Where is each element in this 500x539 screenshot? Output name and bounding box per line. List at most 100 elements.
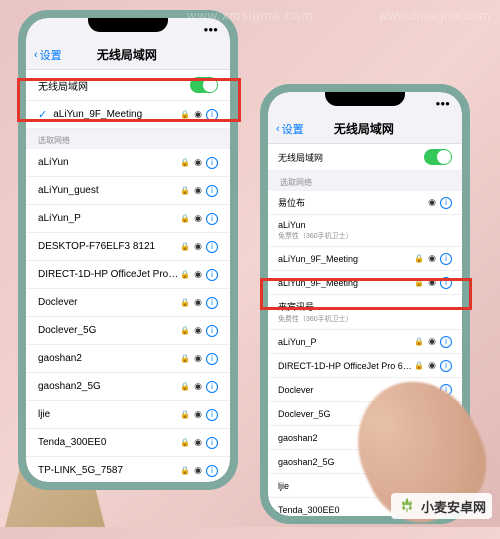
network-row[interactable]: DESKTOP-F76ELF3 8121🔒◉i — [26, 233, 230, 261]
wheat-icon — [397, 496, 417, 516]
info-icon[interactable]: i — [206, 185, 218, 197]
lock-icon: 🔒 — [180, 298, 190, 307]
wifi-toggle-label: 无线局域网 — [38, 78, 190, 93]
page-title: 无线局域网 — [274, 120, 454, 137]
info-icon[interactable]: i — [440, 197, 452, 209]
info-icon[interactable]: i — [206, 109, 218, 121]
lock-icon: 🔒 — [180, 186, 190, 195]
wifi-icon: ◉ — [428, 197, 436, 208]
lock-icon: 🔒 — [180, 410, 190, 419]
lock-icon: 🔒 — [180, 242, 190, 251]
info-icon[interactable]: i — [206, 381, 218, 393]
watermark-center: www.xmsigma.com — [187, 8, 313, 23]
info-icon[interactable]: i — [440, 336, 452, 348]
watermark-right: www.xmsigma.com — [379, 8, 490, 23]
info-icon[interactable]: i — [440, 277, 452, 289]
wifi-icon: ◉ — [194, 353, 202, 364]
wifi-icon: ◉ — [194, 109, 202, 120]
networks-list: aLiYun🔒◉i aLiYun_guest🔒◉i aLiYun_P🔒◉i DE… — [26, 149, 230, 482]
info-icon[interactable]: i — [206, 409, 218, 421]
network-row[interactable]: Tenda_300EE0🔒◉i — [26, 429, 230, 457]
network-row[interactable]: Doclever🔒◉i — [26, 289, 230, 317]
wifi-icon: ◉ — [194, 325, 202, 336]
info-icon[interactable]: i — [206, 437, 218, 449]
lock-icon: 🔒 — [414, 278, 424, 287]
lock-icon: 🔒 — [414, 337, 424, 346]
wifi-toggle-row[interactable]: 无线局域网 — [268, 144, 462, 171]
info-icon[interactable]: i — [206, 269, 218, 281]
lock-icon: 🔒 — [180, 466, 190, 475]
lock-icon: 🔒 — [180, 354, 190, 363]
network-row[interactable]: aLiYun_P🔒◉i — [26, 205, 230, 233]
wifi-toggle-section: 无线局域网 ✓ aLiYun_9F_Meeting 🔒 ◉ i — [26, 70, 230, 129]
wifi-toggle-section: 无线局域网 — [268, 144, 462, 171]
network-row[interactable]: DIRECT-1D-HP OfficeJet Pro 6960🔒◉i — [268, 354, 462, 378]
wifi-icon: ◉ — [428, 253, 436, 264]
wifi-icon: ◉ — [194, 185, 202, 196]
nav-bar: ‹ 设置 无线局域网 — [26, 40, 230, 70]
wifi-icon: ◉ — [194, 409, 202, 420]
checkmark-icon: ✓ — [38, 108, 47, 121]
network-row[interactable]: Doclever_5G🔒◉i — [26, 317, 230, 345]
info-icon[interactable]: i — [206, 325, 218, 337]
networks-header: 选取网络 — [268, 171, 462, 191]
info-icon[interactable]: i — [206, 297, 218, 309]
status-icons: ●●● — [204, 25, 219, 34]
wifi-toggle-switch[interactable] — [424, 149, 452, 165]
connected-network-name: aLiYun_9F_Meeting — [53, 109, 180, 120]
wifi-icon: ◉ — [428, 360, 436, 371]
nav-bar: ‹ 设置 无线局域网 — [268, 114, 462, 144]
info-icon[interactable]: i — [206, 157, 218, 169]
info-icon[interactable]: i — [206, 213, 218, 225]
lock-icon: 🔒 — [414, 361, 424, 370]
network-row[interactable]: TP-LINK_5G_7587🔒◉i — [26, 457, 230, 482]
network-row[interactable]: ljie🔒◉i — [26, 401, 230, 429]
wifi-icon: ◉ — [194, 241, 202, 252]
info-icon[interactable]: i — [440, 253, 452, 265]
networks-header: 选取网络 — [26, 129, 230, 149]
network-row[interactable]: aLiYun_guest🔒◉i — [26, 177, 230, 205]
network-row[interactable]: aLiYun_9F_Meeting🔒◉i — [268, 247, 462, 271]
lock-icon: 🔒 — [414, 254, 424, 263]
network-row[interactable]: aLiYun免票性（360手机卫士） — [268, 215, 462, 247]
notch — [325, 92, 405, 106]
wifi-icon: ◉ — [194, 213, 202, 224]
lock-icon: 🔒 — [180, 438, 190, 447]
info-icon[interactable]: i — [206, 353, 218, 365]
lock-icon: 🔒 — [180, 326, 190, 335]
info-icon[interactable]: i — [440, 360, 452, 372]
network-row[interactable]: gaoshan2🔒◉i — [26, 345, 230, 373]
wifi-toggle-switch[interactable] — [190, 77, 218, 93]
network-row[interactable]: aLiYun🔒◉i — [26, 149, 230, 177]
wifi-icon: ◉ — [428, 277, 436, 288]
wifi-icon: ◉ — [194, 437, 202, 448]
page-title: 无线局域网 — [32, 46, 222, 63]
network-row[interactable]: aLiYun_P🔒◉i — [268, 330, 462, 354]
wifi-toggle-row[interactable]: 无线局域网 — [26, 70, 230, 101]
network-icons: 🔒 ◉ i — [180, 109, 218, 121]
info-icon[interactable]: i — [206, 241, 218, 253]
connected-network-row[interactable]: ✓ aLiYun_9F_Meeting 🔒 ◉ i — [26, 101, 230, 129]
wifi-icon: ◉ — [194, 465, 202, 476]
phone-left: ●●● ‹ 设置 无线局域网 无线局域网 ✓ aLiYun_9F_Meeting… — [18, 10, 238, 490]
site-logo: 小麦安卓网 — [391, 493, 492, 519]
lock-icon: 🔒 — [180, 214, 190, 223]
network-row[interactable]: 易位布◉i — [268, 191, 462, 215]
network-row-highlighted[interactable]: aLiYun_9F_Meeting🔒◉i — [268, 271, 462, 295]
notch — [88, 18, 168, 32]
network-row[interactable]: 来宾讯号免费性（360手机卫士） — [268, 295, 462, 330]
info-icon[interactable]: i — [206, 465, 218, 477]
lock-icon: 🔒 — [180, 382, 190, 391]
wifi-icon: ◉ — [194, 297, 202, 308]
wifi-icon: ◉ — [194, 381, 202, 392]
lock-icon: 🔒 — [180, 110, 190, 119]
wifi-icon: ◉ — [428, 336, 436, 347]
screen-left: ●●● ‹ 设置 无线局域网 无线局域网 ✓ aLiYun_9F_Meeting… — [26, 18, 230, 482]
logo-text: 小麦安卓网 — [421, 497, 486, 516]
lock-icon: 🔒 — [180, 158, 190, 167]
status-icons: ●●● — [436, 99, 451, 108]
wifi-icon: ◉ — [194, 269, 202, 280]
network-row[interactable]: gaoshan2_5G🔒◉i — [26, 373, 230, 401]
network-row[interactable]: DIRECT-1D-HP OfficeJet Pro 6960🔒◉i — [26, 261, 230, 289]
lock-icon: 🔒 — [180, 270, 190, 279]
